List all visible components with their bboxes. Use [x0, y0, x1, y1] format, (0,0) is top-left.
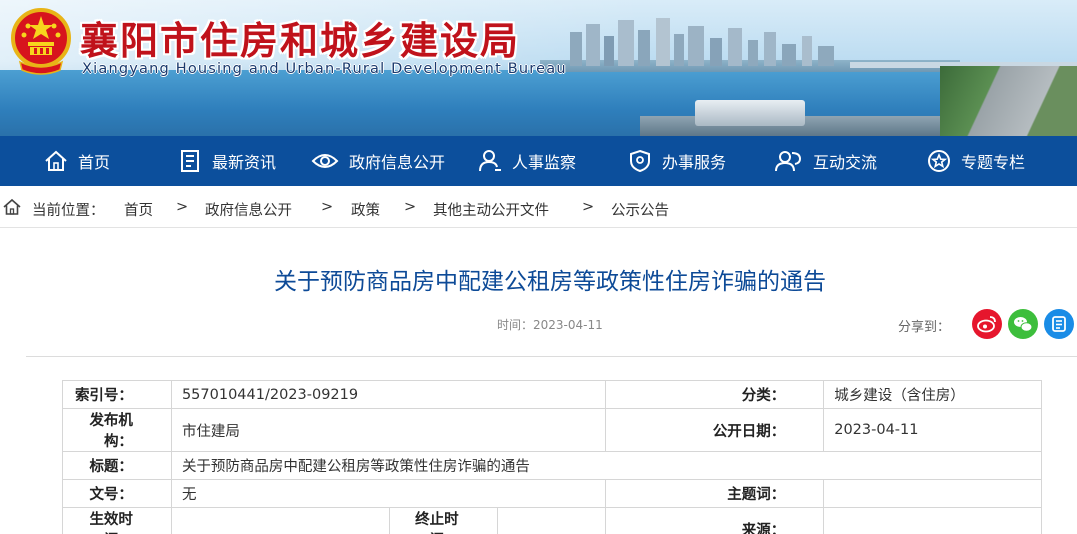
wechat-icon: [1014, 317, 1033, 332]
category-label: 分类：: [605, 380, 825, 409]
nav-item-home[interactable]: 首页: [44, 136, 110, 186]
effective-date-value: [170, 507, 390, 534]
doc-number-label: 文号：: [62, 479, 172, 508]
index-number-label: 索引号：: [62, 380, 172, 409]
star-icon: [928, 150, 950, 172]
home-icon: [45, 150, 67, 171]
nav-label: 最新资讯: [212, 153, 277, 172]
source-value: [823, 507, 1042, 534]
breadcrumb-separator: >: [176, 199, 189, 215]
site-title: 襄阳市住房和城乡建设局: [80, 18, 521, 63]
chat-people-icon: [775, 151, 802, 172]
person-icon: [479, 150, 501, 172]
subject-words-label: 主题词：: [605, 479, 825, 508]
table-row: 标题： 关于预防商品房中配建公租房等政策性住房诈骗的通告: [62, 451, 1043, 480]
nav-label: 互动交流: [813, 153, 878, 172]
expire-date-value: [496, 507, 607, 534]
nav-label: 专题专栏: [961, 153, 1026, 172]
banner-boat: [695, 100, 805, 126]
table-row: 文号： 无 主题词：: [62, 479, 1042, 508]
nav-item-services[interactable]: 办事服务: [628, 136, 726, 186]
breadcrumb-item-gov-info[interactable]: 政府信息公开: [205, 199, 292, 220]
document-info-table: 索引号： 557010441/2023-09219 分类： 城乡建设（含住房） …: [62, 380, 1043, 534]
share-wechat-button[interactable]: [1008, 309, 1038, 339]
table-row: 索引号： 557010441/2023-09219 分类： 城乡建设（含住房）: [62, 380, 1042, 409]
nav-item-topics[interactable]: 专题专栏: [927, 136, 1025, 186]
nav-item-interaction[interactable]: 互动交流: [775, 136, 877, 186]
national-emblem-icon: [11, 8, 71, 75]
doc-number-value: 无: [170, 479, 607, 508]
expire-date-label: 终止时间：: [388, 507, 498, 534]
publish-date-label: 公开日期：: [605, 408, 825, 452]
index-number-value: 557010441/2023-09219: [170, 380, 607, 409]
nav-label: 人事监察: [512, 153, 577, 172]
eye-icon: [311, 154, 339, 168]
banner-riverside-road: [940, 66, 1077, 136]
banner-city-skyline: [570, 18, 834, 66]
header-banner: 襄阳市住房和城乡建设局 Xiangyang Housing and Urban-…: [0, 0, 1077, 136]
publish-date-value: 2023-04-11: [823, 408, 1042, 452]
publish-time: 时间：2023-04-11: [497, 318, 603, 332]
weibo-icon: [977, 316, 996, 333]
nav-label: 首页: [78, 153, 111, 172]
breadcrumb-separator: >: [404, 199, 417, 215]
site-subtitle: Xiangyang Housing and Urban-Rural Develo…: [82, 61, 567, 77]
share-weibo-button[interactable]: [972, 309, 1002, 339]
breadcrumb-separator: >: [321, 199, 334, 215]
breadcrumb-item-home[interactable]: 首页: [124, 199, 153, 220]
main-nav: 首页 最新资讯 政府信息公开 人事监察 办事服务 互动交流 专题专栏: [0, 136, 1077, 186]
title-value: 关于预防商品房中配建公租房等政策性住房诈骗的通告: [170, 451, 1043, 480]
share-qzone-button[interactable]: [1044, 309, 1074, 339]
publisher-label: 发布机构：: [62, 408, 172, 452]
source-label: 来源：: [605, 507, 825, 534]
shield-icon: [630, 149, 650, 173]
publisher-value: 市住建局: [170, 408, 607, 452]
nav-item-news[interactable]: 最新资讯: [178, 136, 276, 186]
title-label: 标题：: [62, 451, 172, 480]
nav-item-personnel[interactable]: 人事监察: [478, 136, 576, 186]
nav-item-gov-info[interactable]: 政府信息公开: [311, 136, 445, 186]
nav-label: 办事服务: [662, 153, 727, 172]
table-row: 发布机构： 市住建局 公开日期： 2023-04-11: [62, 408, 1042, 452]
effective-date-label: 生效时间：: [62, 507, 172, 534]
breadcrumb-item-announcements[interactable]: 公示公告: [611, 199, 669, 220]
article-title: 关于预防商品房中配建公租房等政策性住房诈骗的通告: [274, 269, 826, 295]
breadcrumb-item-other-files[interactable]: 其他主动公开文件: [433, 199, 549, 220]
nav-label: 政府信息公开: [349, 153, 446, 172]
table-row: 生效时间： 终止时间： 来源：: [62, 507, 1042, 534]
divider: [26, 356, 1077, 357]
home-icon: [3, 198, 21, 215]
share-label: 分享到：: [898, 320, 951, 335]
breadcrumb-item-policy[interactable]: 政策: [351, 199, 380, 220]
news-icon: [181, 150, 199, 172]
qzone-icon: [1052, 316, 1066, 332]
category-value: 城乡建设（含住房）: [823, 380, 1042, 409]
subject-words-value: [823, 479, 1042, 508]
breadcrumb-prefix: 当前位置：: [32, 203, 105, 219]
breadcrumb-separator: >: [582, 199, 595, 215]
breadcrumb: 当前位置： 首页 > 政府信息公开 > 政策 > 其他主动公开文件 > 公示公告: [0, 186, 1077, 228]
